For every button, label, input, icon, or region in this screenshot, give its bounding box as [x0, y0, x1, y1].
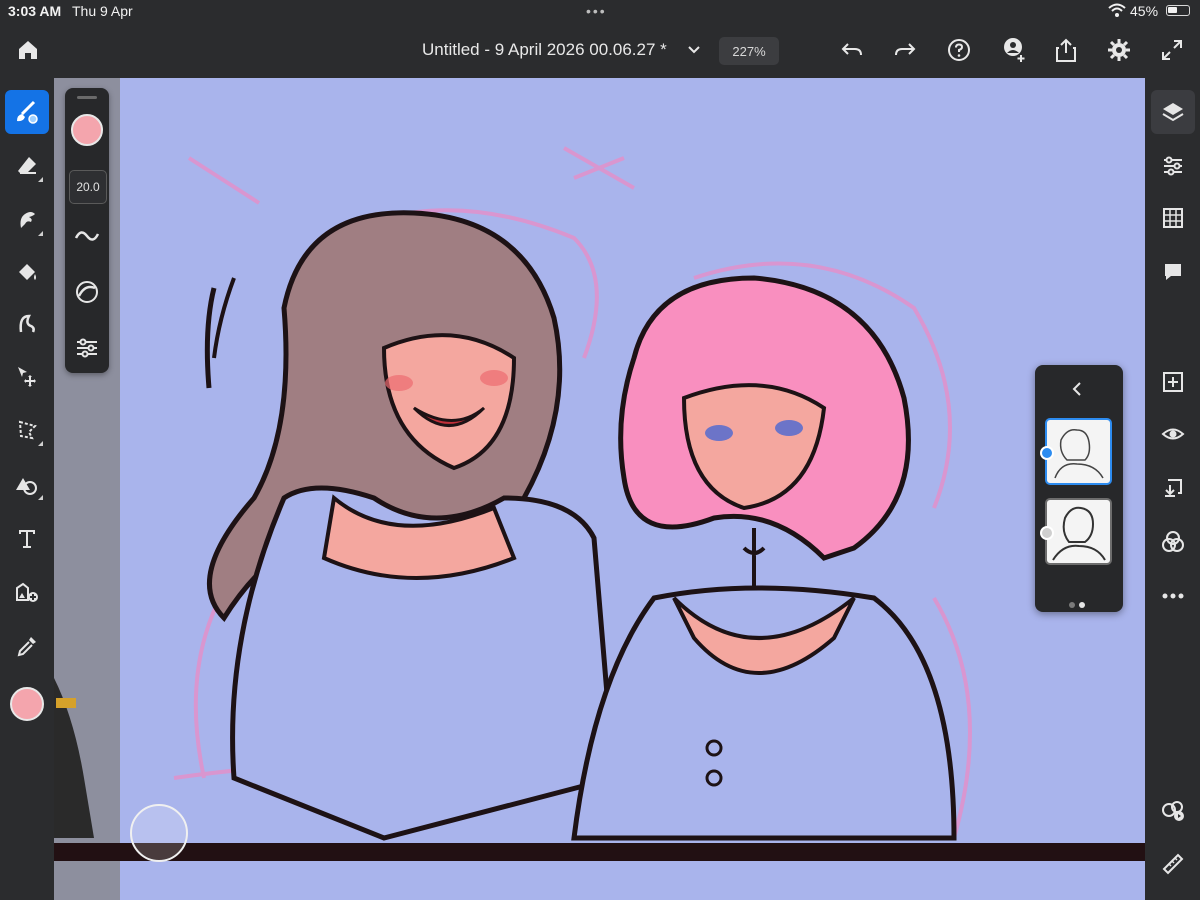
stabilizer-icon[interactable]: [73, 278, 101, 306]
timelapse-button[interactable]: [1151, 788, 1195, 832]
merge-down-button[interactable]: [1151, 466, 1195, 510]
date: Thu 9 Apr: [72, 3, 133, 19]
current-color-swatch[interactable]: [10, 687, 44, 721]
right-toolbar: [1145, 78, 1200, 900]
add-layer-button[interactable]: [1151, 360, 1195, 404]
eraser-icon: [18, 157, 36, 174]
brush-settings-icon[interactable]: [73, 334, 101, 362]
battery-icon: [1166, 5, 1190, 16]
adjustments-button[interactable]: [1151, 144, 1195, 188]
layer-thumbnail-2[interactable]: [1045, 498, 1112, 565]
battery-level: [1168, 7, 1177, 13]
multitasking-dots-icon[interactable]: •••: [586, 3, 607, 19]
liquify-icon: [19, 314, 35, 333]
undo-icon[interactable]: [834, 32, 870, 68]
brush-stroke-icon[interactable]: [73, 222, 101, 250]
layer-thumbnail-1[interactable]: [1045, 418, 1112, 485]
document-title[interactable]: Untitled - 9 April 2026 00.06.27 *: [422, 40, 667, 60]
top-bar: Untitled - 9 April 2026 00.06.27 * 227%: [0, 22, 1200, 78]
clock: 3:03 AM: [8, 3, 62, 19]
add-layer-icon: [1163, 372, 1183, 392]
brush-settings-panel: [65, 88, 109, 373]
add-image-icon: [16, 582, 38, 602]
wifi-icon: [1108, 3, 1126, 17]
submenu-indicator: [38, 231, 43, 236]
merge-icon: [1165, 479, 1182, 497]
ruler-icon: [1162, 853, 1184, 875]
drawing-canvas[interactable]: [54, 78, 1145, 900]
liquify-tool[interactable]: [5, 302, 49, 346]
layers-icon: [1162, 103, 1184, 122]
help-icon[interactable]: [941, 32, 977, 68]
lasso-tool[interactable]: [5, 408, 49, 452]
text-tool[interactable]: [5, 516, 49, 560]
paint-brush-tool[interactable]: [5, 90, 49, 134]
fullscreen-icon[interactable]: [1154, 32, 1190, 68]
panel-drag-handle[interactable]: [77, 96, 97, 99]
pager-dots: [1069, 595, 1089, 613]
eyedropper-icon: [17, 637, 36, 657]
fill-tool[interactable]: [5, 250, 49, 294]
layers-panel: [1035, 365, 1123, 612]
more-button[interactable]: [1151, 574, 1195, 618]
sliders-icon: [1164, 156, 1182, 176]
brush-color-swatch[interactable]: [71, 114, 103, 146]
eraser-tool[interactable]: [5, 144, 49, 188]
timelapse-icon: [1162, 801, 1184, 821]
layer-2-indicator: [1040, 526, 1054, 540]
add-image-tool[interactable]: [5, 570, 49, 614]
eye-icon: [1161, 428, 1185, 440]
battery-percentage: 45%: [1130, 3, 1159, 19]
settings-icon[interactable]: [1101, 32, 1137, 68]
smudge-tool[interactable]: [5, 198, 49, 242]
move-icon: [18, 367, 36, 387]
shapes-tool[interactable]: [5, 462, 49, 506]
grid-button[interactable]: [1151, 196, 1195, 240]
lasso-icon: [18, 420, 37, 440]
ruler-button[interactable]: [1151, 842, 1195, 886]
home-icon[interactable]: [10, 32, 46, 68]
paint-bucket-icon: [19, 264, 36, 280]
layers-button[interactable]: [1151, 90, 1195, 134]
smudge-icon: [20, 212, 35, 228]
collapse-chevron-icon[interactable]: [1071, 381, 1083, 397]
layer-1-indicator: [1040, 446, 1054, 460]
visibility-button[interactable]: [1151, 412, 1195, 456]
blend-icon: [1162, 531, 1184, 552]
blend-mode-button[interactable]: [1151, 520, 1195, 564]
left-toolbar: [0, 78, 54, 900]
touch-modifier-button[interactable]: [130, 804, 188, 862]
paint-brush-icon: [17, 100, 38, 124]
submenu-indicator: [38, 177, 43, 182]
shapes-icon: [16, 478, 37, 495]
artwork: [54, 78, 1145, 900]
grid-icon: [1163, 208, 1183, 228]
transform-tool[interactable]: [5, 354, 49, 398]
comment-icon: [1165, 264, 1181, 280]
submenu-indicator: [38, 495, 43, 500]
more-icon: [1162, 593, 1184, 599]
eyedropper-tool[interactable]: [5, 624, 49, 668]
share-icon[interactable]: [1048, 32, 1084, 68]
comments-button[interactable]: [1151, 250, 1195, 294]
status-bar: 3:03 AM Thu 9 Apr ••• 45%: [0, 0, 1200, 22]
chevron-down-icon[interactable]: [676, 32, 712, 68]
text-icon: [19, 530, 35, 548]
redo-icon[interactable]: [887, 32, 923, 68]
invite-icon[interactable]: [996, 32, 1032, 68]
zoom-level[interactable]: 227%: [719, 37, 779, 65]
submenu-indicator: [38, 441, 43, 446]
brush-size-value[interactable]: 20.0: [69, 170, 107, 204]
